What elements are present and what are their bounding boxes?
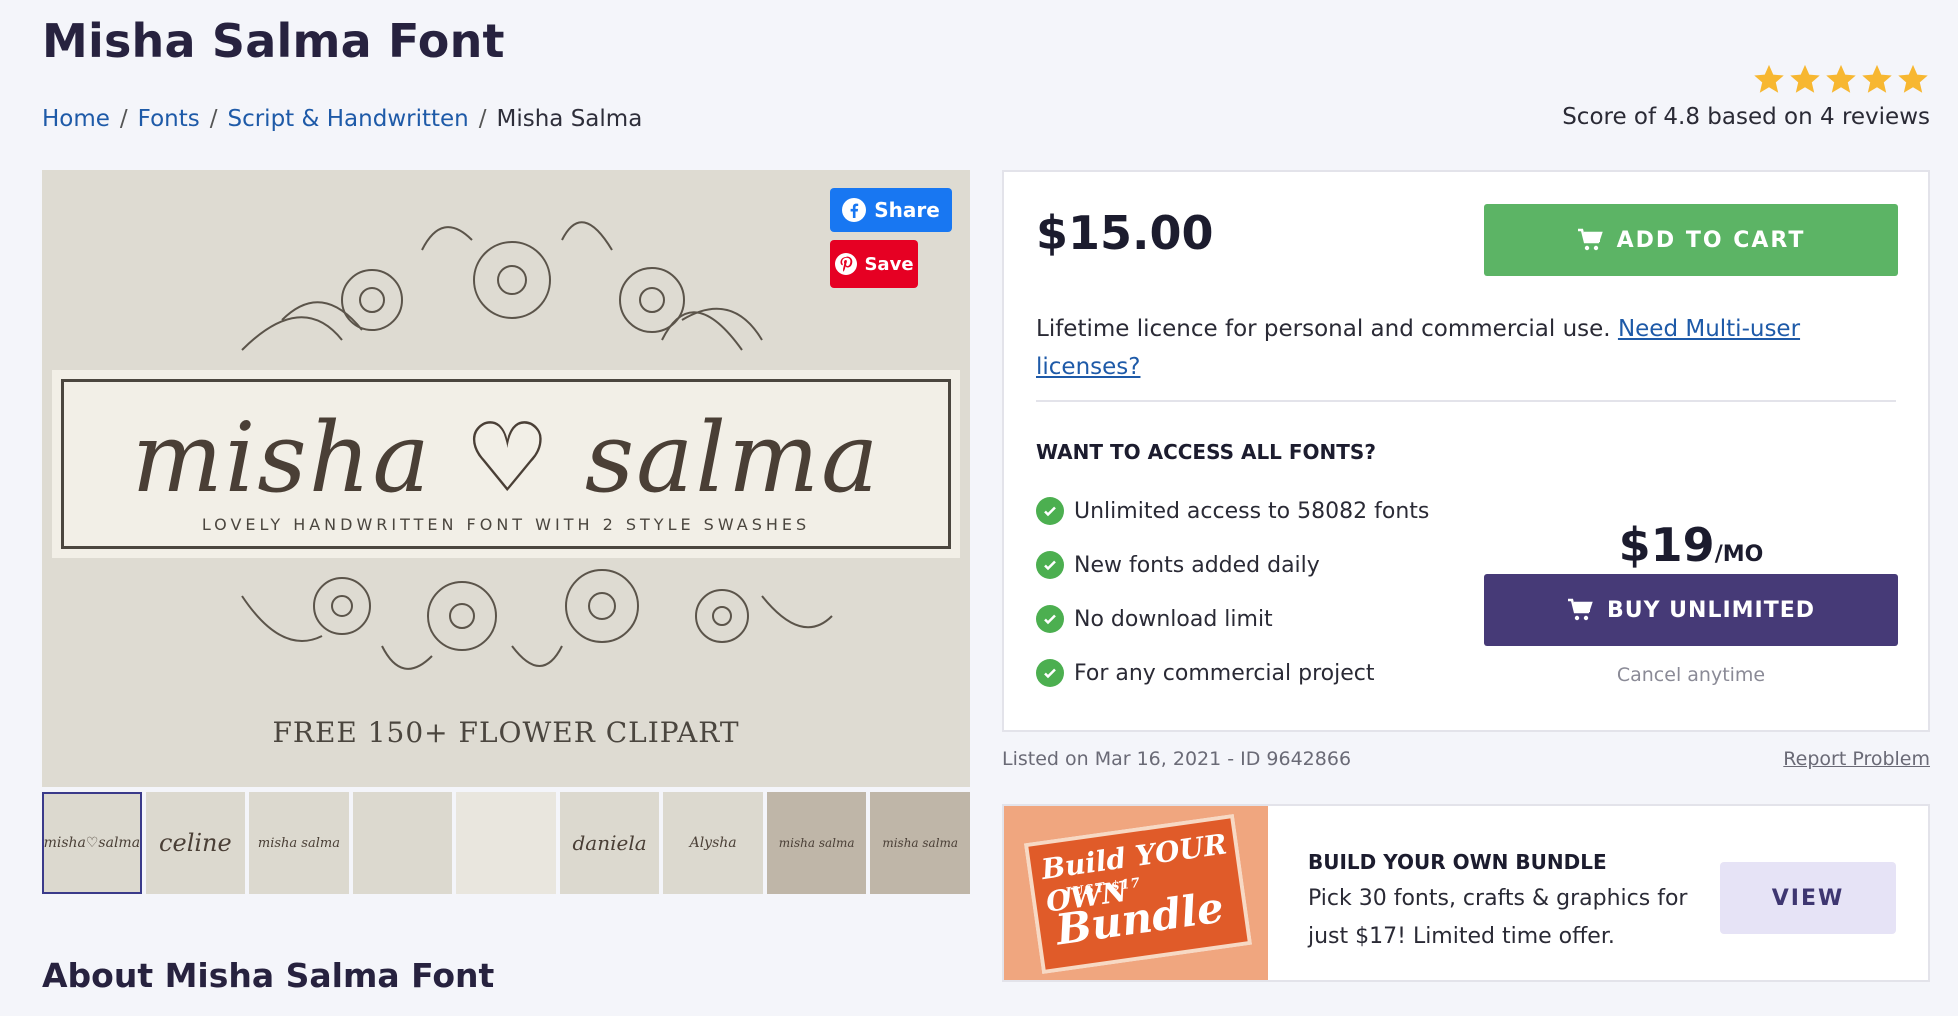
rating[interactable]: Score of 4.8 based on 4 reviews (1562, 62, 1930, 130)
thumbnail[interactable]: misha salma (766, 792, 867, 894)
share-label: Share (874, 198, 940, 222)
save-label: Save (864, 253, 914, 275)
thumbnail[interactable] (352, 792, 453, 894)
rating-text: Score of 4.8 based on 4 reviews (1562, 104, 1930, 130)
thumbnail[interactable]: misha salma (249, 792, 349, 894)
feature-item: No download limit (1036, 592, 1429, 646)
facebook-share-button[interactable]: Share (830, 188, 952, 232)
star-icon (1862, 64, 1892, 93)
bundle-description: Pick 30 fonts, crafts & graphics for jus… (1308, 886, 1688, 949)
facebook-icon (842, 198, 867, 222)
star-icon (1754, 64, 1784, 93)
purchase-card: $15.00 ADD TO CART Lifetime licence for … (1002, 170, 1930, 732)
listing-info: Listed on Mar 16, 2021 - ID 9642866 (1002, 748, 1352, 770)
breadcrumb-separator: / (119, 106, 128, 132)
thumbnail[interactable]: misha salma (870, 792, 970, 894)
feature-item: New fonts added daily (1036, 538, 1429, 592)
title-banner: misha ♡ salma LOVELY HANDWRITTEN FONT WI… (52, 370, 960, 558)
unlimited-price: $19/MO (1618, 518, 1764, 572)
licence-info: Lifetime licence for personal and commer… (1036, 310, 1876, 386)
star-icon (1790, 64, 1820, 93)
price: $15.00 (1036, 206, 1214, 260)
divider (1036, 400, 1896, 402)
add-to-cart-button[interactable]: ADD TO CART (1484, 204, 1898, 276)
breadcrumb-fonts[interactable]: Fonts (138, 106, 200, 132)
thumbnail[interactable]: Alysha (663, 792, 763, 894)
pinterest-icon (835, 253, 858, 275)
access-title: WANT TO ACCESS ALL FONTS? (1036, 440, 1376, 464)
report-problem-link[interactable]: Report Problem (1783, 748, 1930, 770)
thumbnail-strip: misha♡salma celine misha salma daniela A… (42, 792, 970, 894)
breadcrumb-home[interactable]: Home (42, 106, 110, 132)
thumbnail[interactable] (456, 792, 556, 894)
star-icon (1898, 64, 1928, 93)
breadcrumb-separator: / (209, 106, 218, 132)
preview-clipart-text: FREE 150+ FLOWER CLIPART (272, 716, 740, 749)
bundle-badge: Build YOUR OWN JUST $17 Bundle (1023, 813, 1253, 975)
preview-word: misha ♡ salma (131, 402, 881, 514)
view-bundle-button[interactable]: VIEW (1720, 862, 1896, 934)
breadcrumb: Home / Fonts / Script & Handwritten / Mi… (42, 106, 642, 132)
check-icon (1036, 551, 1064, 579)
licence-text: Lifetime licence for personal and commer… (1036, 316, 1618, 342)
breadcrumb-separator: / (478, 106, 487, 132)
check-icon (1036, 497, 1064, 525)
star-icon (1826, 64, 1856, 93)
thumbnail[interactable]: celine (145, 792, 246, 894)
check-icon (1036, 659, 1064, 687)
add-to-cart-label: ADD TO CART (1616, 227, 1806, 253)
star-rating (1562, 62, 1930, 98)
feature-item: For any commercial project (1036, 646, 1429, 700)
breadcrumb-category[interactable]: Script & Handwritten (227, 106, 468, 132)
breadcrumb-current: Misha Salma (496, 106, 643, 132)
page-title: Misha Salma Font (42, 14, 505, 68)
check-icon (1036, 605, 1064, 633)
cancel-note: Cancel anytime (1616, 664, 1766, 686)
buy-unlimited-label: BUY UNLIMITED (1606, 597, 1816, 623)
cart-icon (1577, 228, 1603, 251)
flower-illustration-bottom (241, 569, 833, 670)
buy-unlimited-button[interactable]: BUY UNLIMITED (1484, 574, 1898, 646)
feature-list: Unlimited access to 58082 fonts New font… (1036, 484, 1429, 700)
bundle-promo-image[interactable]: Build YOUR OWN JUST $17 Bundle (1004, 806, 1268, 980)
preview-tagline: LOVELY HANDWRITTEN FONT WITH 2 STYLE SWA… (201, 515, 811, 534)
pinterest-save-button[interactable]: Save (830, 240, 918, 288)
bundle-title: BUILD YOUR OWN BUNDLE (1308, 850, 1607, 874)
feature-item: Unlimited access to 58082 fonts (1036, 484, 1429, 538)
about-heading: About Misha Salma Font (42, 956, 495, 995)
bundle-promo: Build YOUR OWN JUST $17 Bundle BUILD YOU… (1002, 804, 1930, 982)
thumbnail[interactable]: misha♡salma (42, 792, 142, 894)
thumbnail[interactable]: daniela (559, 792, 660, 894)
cart-icon (1567, 598, 1593, 621)
